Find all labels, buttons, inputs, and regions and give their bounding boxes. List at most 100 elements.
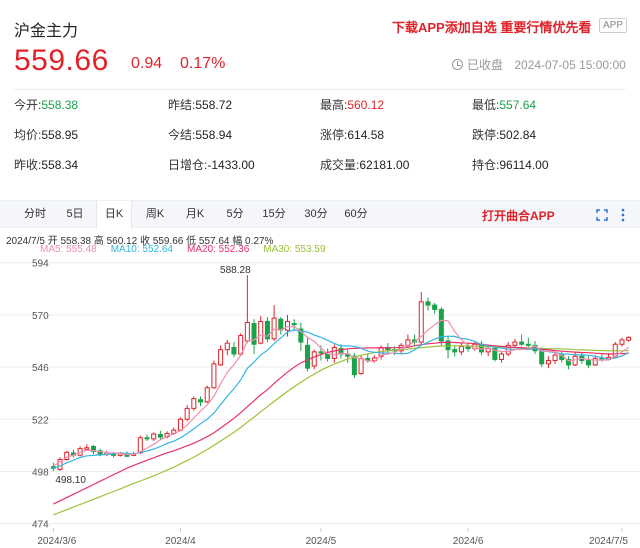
stat-item: 持仓:96114.00 xyxy=(472,156,549,173)
stat-value: 558.72 xyxy=(195,98,233,112)
market-status: 已收盘 2024-07-05 15:00:00 xyxy=(452,56,626,73)
stat-item: 跌停:502.84 xyxy=(472,126,536,143)
period-tab[interactable]: 5分 xyxy=(220,201,250,228)
period-tabs: 分时 5日 日K 周K 月K 5分 15分 30分 60分 打开曲合APP xyxy=(0,200,640,228)
candle-body xyxy=(512,341,518,346)
candle-body xyxy=(499,353,505,360)
stat-label: 均价: xyxy=(14,128,42,142)
candle-body xyxy=(545,360,551,365)
stat-label: 昨结: xyxy=(168,98,196,112)
y-tick-label: 570 xyxy=(32,311,49,322)
x-tick-label: 2024/5 xyxy=(306,536,337,547)
y-tick-label: 474 xyxy=(32,520,49,531)
stat-label: 成交量: xyxy=(320,158,360,172)
stat-value: 502.84 xyxy=(499,128,537,142)
candle-body xyxy=(291,323,297,326)
candle-body xyxy=(151,433,157,440)
download-app-promo-link[interactable]: 下载APP添加自选 重要行情优先看 xyxy=(392,17,591,36)
period-tab[interactable]: 15分 xyxy=(256,201,292,228)
stat-value: -1433.00 xyxy=(207,158,255,172)
candle-body xyxy=(485,348,491,353)
period-tab[interactable]: 30分 xyxy=(298,201,334,228)
stat-item: 均价:558.95 xyxy=(14,126,78,143)
candle-body xyxy=(351,355,357,376)
page-title: 沪金主力 xyxy=(14,23,79,40)
x-tick-label: 2024/6 xyxy=(453,536,484,547)
more-vertical-icon[interactable] xyxy=(620,207,626,223)
stat-label: 日增仓: xyxy=(168,158,208,172)
stat-label: 最低: xyxy=(472,98,500,112)
candle-body xyxy=(432,304,438,310)
stat-value: 558.95 xyxy=(41,128,79,142)
last-price: 559.66 xyxy=(14,44,109,77)
candle-body xyxy=(452,349,458,353)
candle-body xyxy=(84,447,90,450)
candle-body xyxy=(626,336,632,341)
stat-item: 今开:558.38 xyxy=(14,96,78,113)
market-status-text: 已收盘 xyxy=(467,58,504,72)
y-tick-label: 522 xyxy=(32,415,49,426)
period-tab[interactable]: 日K xyxy=(96,201,132,228)
candle-body xyxy=(144,437,150,440)
period-tab[interactable]: 周K xyxy=(138,201,172,228)
x-tick-label: 2024/3/6 xyxy=(37,536,76,547)
header-divider xyxy=(14,89,626,90)
x-tick-label: 2024/7/5 xyxy=(589,536,628,547)
stat-label: 今开: xyxy=(14,98,42,112)
candle-body xyxy=(198,399,204,403)
y-tick-label: 594 xyxy=(32,259,49,270)
candle-body xyxy=(586,360,592,366)
candle-body xyxy=(284,320,290,331)
stat-item: 最高:560.12 xyxy=(320,96,384,113)
candle-body xyxy=(204,387,210,403)
candle-body xyxy=(331,347,337,359)
stat-value: 558.34 xyxy=(41,158,79,172)
stat-value: 62181.00 xyxy=(359,158,410,172)
candle-body xyxy=(224,342,230,351)
stat-item: 昨结:558.72 xyxy=(168,96,232,113)
ma20-line xyxy=(53,341,629,505)
stat-item: 日增仓:-1433.00 xyxy=(168,156,255,173)
open-app-button[interactable]: 打开曲合APP xyxy=(482,207,555,224)
y-tick-label: 546 xyxy=(32,363,49,374)
candle-body xyxy=(539,350,545,365)
stat-item: 昨收:558.34 xyxy=(14,156,78,173)
fullscreen-icon[interactable] xyxy=(596,209,608,221)
max-price-label: 588.28 xyxy=(220,265,251,276)
price-change-percent: 0.17% xyxy=(180,55,226,72)
stat-label: 今结: xyxy=(168,128,196,142)
stat-value: 558.38 xyxy=(41,98,79,112)
candle-body xyxy=(592,357,598,366)
candle-body xyxy=(177,418,183,431)
candle-body xyxy=(465,345,471,350)
app-badge: APP xyxy=(599,18,628,33)
candle-body xyxy=(311,351,317,367)
kline-chart[interactable]: 474 498 522 546 570 594 2024/3/6 2024/4 2024/5 20… xyxy=(0,228,640,548)
period-tab[interactable]: 60分 xyxy=(338,201,374,228)
stat-label: 最高: xyxy=(320,98,348,112)
period-tab[interactable]: 5日 xyxy=(60,201,90,228)
stat-label: 昨收: xyxy=(14,158,42,172)
clock-icon xyxy=(452,59,463,70)
period-tab[interactable]: 月K xyxy=(178,201,212,228)
candle-body xyxy=(251,323,257,345)
candle-body xyxy=(278,318,284,331)
stat-value: 557.64 xyxy=(499,98,537,112)
candle-body xyxy=(525,343,531,346)
stat-value: 560.12 xyxy=(347,98,385,112)
candle-body xyxy=(619,339,625,345)
stat-item: 成交量:62181.00 xyxy=(320,156,409,173)
stat-item: 涨停:614.58 xyxy=(320,126,384,143)
min-price-label: 498.10 xyxy=(55,475,86,486)
stat-value: 558.94 xyxy=(195,128,233,142)
quote-header: 沪金主力 下载APP添加自选 重要行情优先看 APP 559.66 0.94 0… xyxy=(0,0,640,92)
x-tick-label: 2024/4 xyxy=(165,536,196,547)
candle-body xyxy=(425,301,431,306)
stat-value: 96114.00 xyxy=(499,158,549,172)
candle-body xyxy=(231,347,237,355)
stat-label: 跌停: xyxy=(472,128,500,142)
period-tab[interactable]: 分时 xyxy=(18,201,52,228)
stat-value: 614.58 xyxy=(347,128,385,142)
candle-body xyxy=(458,345,464,353)
candle-body xyxy=(305,344,311,369)
